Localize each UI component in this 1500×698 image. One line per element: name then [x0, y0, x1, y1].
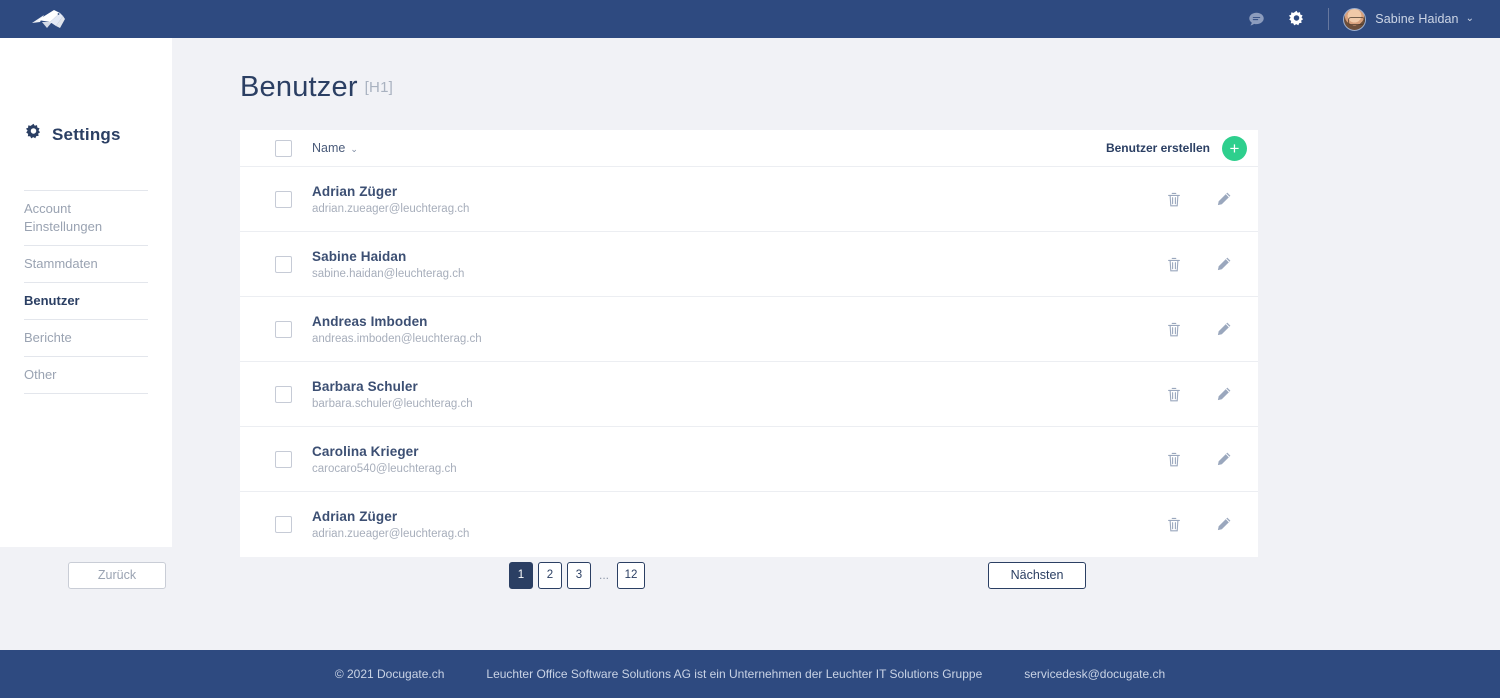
sidebar: Settings Account Einstellungen Stammdate… — [0, 38, 172, 547]
table-row[interactable]: Andreas Imboden andreas.imboden@leuchter… — [240, 297, 1258, 362]
sidebar-item-account-einstellungen[interactable]: Account Einstellungen — [24, 190, 148, 245]
row-text: Sabine Haidan sabine.haidan@leuchterag.c… — [312, 249, 464, 280]
page-title: Benutzer [H1] — [240, 71, 1500, 104]
table-header-actions: Benutzer erstellen + — [1106, 135, 1247, 161]
row-text: Adrian Züger adrian.zueager@leuchterag.c… — [312, 184, 469, 215]
table-row[interactable]: Barbara Schuler barbara.schuler@leuchter… — [240, 362, 1258, 427]
sidebar-heading: Settings — [24, 123, 172, 147]
user-email: adrian.zueager@leuchterag.ch — [312, 528, 470, 540]
table-header-row: Name ⌄ Benutzer erstellen + — [240, 130, 1258, 167]
sidebar-nav: Account Einstellungen Stammdaten Benutze… — [24, 190, 148, 394]
delete-icon[interactable] — [1164, 515, 1184, 535]
docugate-bird-logo[interactable] — [30, 6, 82, 32]
column-header-name[interactable]: Name ⌄ — [312, 141, 358, 155]
edit-icon[interactable] — [1213, 189, 1233, 209]
edit-icon[interactable] — [1213, 254, 1233, 274]
row-text: Carolina Krieger carocaro540@leuchterag.… — [312, 444, 457, 475]
page-number-1[interactable]: 1 — [508, 561, 533, 589]
add-user-button[interactable]: + — [1222, 135, 1247, 161]
delete-icon[interactable] — [1164, 189, 1184, 209]
page-number-list: 1 2 3 ... 12 — [68, 561, 1086, 589]
edit-icon[interactable] — [1213, 319, 1233, 339]
user-name-label: Sabine Haidan — [1375, 12, 1459, 26]
delete-icon[interactable] — [1164, 449, 1184, 469]
page-number-3[interactable]: 3 — [566, 561, 591, 589]
user-email: sabine.haidan@leuchterag.ch — [312, 267, 465, 280]
edit-icon[interactable] — [1213, 515, 1233, 535]
page-title-tag: [H1] — [364, 79, 393, 96]
sidebar-item-berichte[interactable]: Berichte — [24, 319, 148, 356]
create-user-label[interactable]: Benutzer erstellen — [1106, 141, 1210, 155]
sidebar-item-other[interactable]: Other — [24, 356, 148, 394]
row-actions — [1164, 189, 1247, 209]
delete-icon[interactable] — [1164, 319, 1184, 339]
sidebar-item-benutzer[interactable]: Benutzer — [24, 282, 148, 319]
row-checkbox[interactable] — [275, 516, 292, 533]
row-text: Andreas Imboden andreas.imboden@leuchter… — [312, 314, 482, 345]
delete-icon[interactable] — [1164, 254, 1184, 274]
page-number-2[interactable]: 2 — [537, 561, 562, 589]
sidebar-item-stammdaten[interactable]: Stammdaten — [24, 245, 148, 282]
row-checkbox[interactable] — [275, 255, 292, 273]
delete-icon[interactable] — [1164, 384, 1184, 404]
table-row[interactable]: Carolina Krieger carocaro540@leuchterag.… — [240, 427, 1258, 492]
user-email: carocaro540@leuchterag.ch — [312, 462, 457, 475]
edit-icon[interactable] — [1213, 449, 1233, 469]
pagination-ellipsis: ... — [598, 568, 609, 582]
navbar-divider — [1328, 8, 1330, 30]
row-actions — [1164, 384, 1247, 404]
user-name: Sabine Haidan — [312, 248, 407, 264]
table-row[interactable]: Sabine Haidan sabine.haidan@leuchterag.c… — [240, 232, 1258, 297]
footer-email[interactable]: servicedesk@docugate.ch — [1024, 667, 1165, 681]
user-email: adrian.zueager@leuchterag.ch — [312, 202, 470, 215]
user-name: Adrian Züger — [312, 509, 398, 524]
app-root: Sabine Haidan ⌄ Settings Account Einstel… — [0, 0, 1500, 698]
users-table-card: Name ⌄ Benutzer erstellen + Adrian Züger … — [240, 130, 1258, 557]
gear-icon — [24, 123, 43, 147]
user-email: barbara.schuler@leuchterag.ch — [312, 397, 473, 410]
footer-copyright: © 2021 Docugate.ch — [334, 667, 445, 681]
table-row[interactable]: Adrian Züger adrian.zueager@leuchterag.c… — [240, 167, 1258, 232]
gear-icon[interactable] — [1276, 0, 1316, 38]
page-title-text: Benutzer — [240, 71, 358, 103]
user-name: Andreas Imboden — [312, 313, 428, 329]
main-content: Benutzer [H1] Name ⌄ Benutzer erstellen + … — [172, 38, 1500, 557]
footer: © 2021 Docugate.ch Leuchter Office Softw… — [0, 650, 1500, 698]
user-avatar — [1343, 7, 1367, 31]
row-actions — [1164, 319, 1247, 339]
user-name: Adrian Züger — [312, 183, 398, 199]
user-menu[interactable]: Sabine Haidan ⌄ — [1343, 7, 1474, 31]
column-header-name-label: Name — [312, 141, 346, 155]
user-email: andreas.imboden@leuchterag.ch — [312, 332, 482, 345]
row-actions — [1164, 449, 1247, 469]
row-actions — [1164, 254, 1247, 274]
sidebar-title: Settings — [52, 125, 121, 144]
footer-company: Leuchter Office Software Solutions AG is… — [486, 667, 983, 681]
edit-icon[interactable] — [1213, 384, 1233, 404]
top-navbar: Sabine Haidan ⌄ — [0, 0, 1500, 38]
users-table-body: Adrian Züger adrian.zueager@leuchterag.c… — [240, 167, 1258, 557]
row-checkbox[interactable] — [275, 385, 292, 403]
row-text: Adrian Züger adrian.zueager@leuchterag.c… — [312, 509, 469, 540]
user-name: Barbara Schuler — [312, 378, 418, 394]
navbar-actions: Sabine Haidan ⌄ — [1236, 0, 1474, 38]
row-actions — [1164, 515, 1247, 535]
row-checkbox[interactable] — [275, 320, 292, 338]
chat-icon[interactable] — [1236, 0, 1276, 38]
row-checkbox[interactable] — [275, 450, 292, 468]
pagination: Zurück 1 2 3 ... 12 Nächsten — [68, 547, 1086, 603]
page-number-last[interactable]: 12 — [617, 561, 645, 589]
chevron-down-icon: ⌄ — [1465, 13, 1474, 24]
user-name: Carolina Krieger — [312, 443, 419, 459]
row-checkbox[interactable] — [275, 190, 292, 208]
chevron-down-icon: ⌄ — [350, 144, 358, 154]
row-text: Barbara Schuler barbara.schuler@leuchter… — [312, 379, 473, 410]
select-all-checkbox[interactable] — [275, 139, 292, 157]
